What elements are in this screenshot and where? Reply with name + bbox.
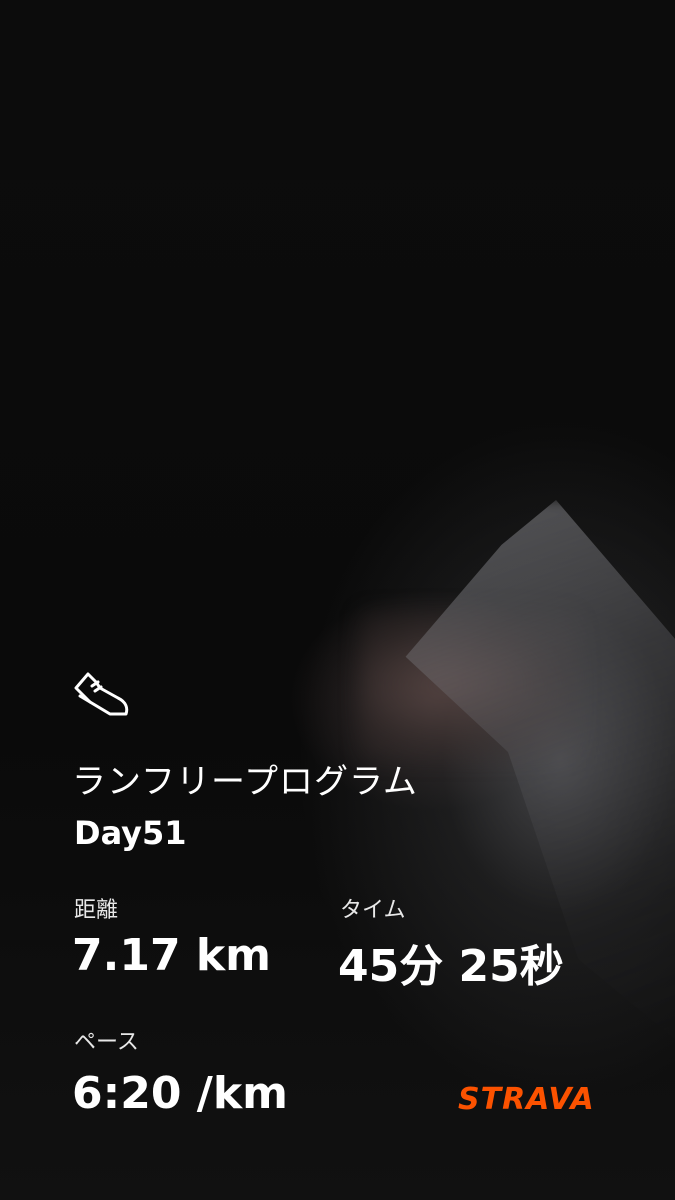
time-label: タイム bbox=[340, 898, 406, 923]
activity-subtitle: Day51 bbox=[74, 814, 187, 852]
time-value: 45分 25秒 bbox=[338, 941, 564, 992]
distance-label: 距離 bbox=[74, 898, 119, 923]
running-shoe-icon bbox=[70, 668, 130, 720]
activity-share-card: ランフリープログラム Day51 距離 7.17 km タイム 45分 25秒 … bbox=[0, 0, 675, 1200]
pace-value: 6:20 /km bbox=[72, 1068, 288, 1119]
pace-label: ペース bbox=[74, 1030, 139, 1055]
activity-title: ランフリープログラム bbox=[72, 762, 418, 802]
distance-value: 7.17 km bbox=[72, 930, 271, 981]
strava-logo: STRAVA bbox=[458, 1082, 595, 1117]
